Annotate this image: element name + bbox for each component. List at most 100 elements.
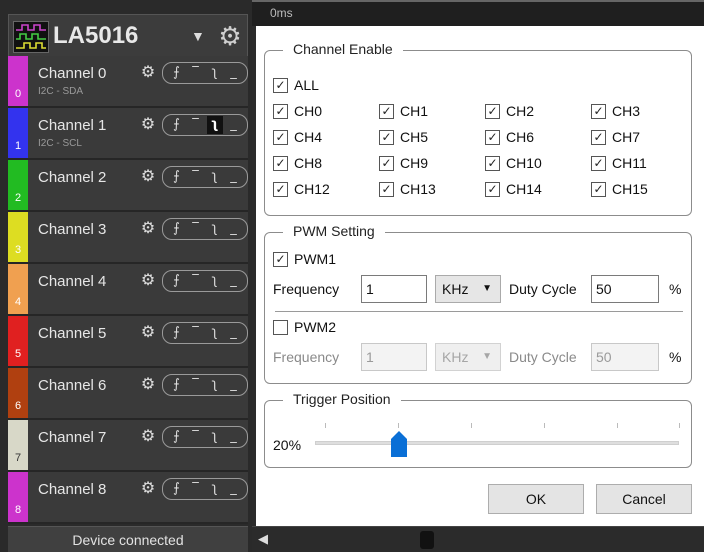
channel-row-6[interactable]: 6 Channel 6 ⚙ ⨍ ‾ ʅ _ [8, 368, 248, 420]
low-level-icon[interactable]: _ [226, 376, 242, 394]
scroll-left-arrow-icon[interactable]: ◀ [258, 531, 268, 547]
checkbox-ch11[interactable]: ✓ CH11 [591, 155, 647, 171]
trigger-position-slider[interactable] [315, 441, 679, 445]
checkbox-ch7-box[interactable]: ✓ [591, 129, 606, 145]
low-level-icon[interactable]: _ [226, 168, 242, 186]
checkbox-ch12-box[interactable]: ✓ [273, 181, 288, 197]
channel-settings-gear-icon[interactable]: ⚙ [136, 478, 160, 500]
high-level-icon[interactable]: ‾ [188, 480, 204, 498]
rising-edge-icon[interactable]: ⨍ [169, 324, 185, 342]
channel-row-8[interactable]: 8 Channel 8 ⚙ ⨍ ‾ ʅ _ [8, 472, 248, 524]
high-level-icon[interactable]: ‾ [188, 428, 204, 446]
high-level-icon[interactable]: ‾ [188, 376, 204, 394]
checkbox-ch6[interactable]: ✓ CH6 [485, 129, 534, 145]
checkbox-ch2[interactable]: ✓ CH2 [485, 103, 534, 119]
falling-edge-icon[interactable]: ʅ [207, 220, 223, 238]
high-level-icon[interactable]: ‾ [188, 64, 204, 82]
low-level-icon[interactable]: _ [226, 428, 242, 446]
pwm1-unit-select[interactable]: KHz ▼ [435, 275, 501, 303]
device-name[interactable]: LA5016 [53, 19, 138, 53]
channel-name[interactable]: Channel 7 [38, 429, 106, 446]
channel-settings-gear-icon[interactable]: ⚙ [136, 218, 160, 240]
channel-settings-gear-icon[interactable]: ⚙ [136, 62, 160, 84]
channel-row-0[interactable]: 0 Channel 0 I2C - SDA ⚙ ⨍ ‾ ʅ _ [8, 56, 248, 108]
checkbox-ch6-box[interactable]: ✓ [485, 129, 500, 145]
channel-settings-gear-icon[interactable]: ⚙ [136, 166, 160, 188]
rising-edge-icon[interactable]: ⨍ [169, 220, 185, 238]
high-level-icon[interactable]: ‾ [188, 116, 204, 134]
channel-name[interactable]: Channel 4 [38, 273, 106, 290]
checkbox-ch5-box[interactable]: ✓ [379, 129, 394, 145]
scrollbar-thumb[interactable] [420, 531, 434, 549]
checkbox-ch4-box[interactable]: ✓ [273, 129, 288, 145]
checkbox-ch7[interactable]: ✓ CH7 [591, 129, 640, 145]
checkbox-ch15-box[interactable]: ✓ [591, 181, 606, 197]
slider-thumb[interactable] [391, 431, 407, 457]
checkbox-ch14-box[interactable]: ✓ [485, 181, 500, 197]
checkbox-ch14[interactable]: ✓ CH14 [485, 181, 542, 197]
checkbox-pwm2-box[interactable] [273, 319, 288, 335]
high-level-icon[interactable]: ‾ [188, 324, 204, 342]
ok-button[interactable]: OK [488, 484, 584, 514]
pwm2-unit-select[interactable]: KHz ▼ [435, 343, 501, 371]
rising-edge-icon[interactable]: ⨍ [169, 480, 185, 498]
checkbox-ch9-box[interactable]: ✓ [379, 155, 394, 171]
channel-row-7[interactable]: 7 Channel 7 ⚙ ⨍ ‾ ʅ _ [8, 420, 248, 472]
low-level-icon[interactable]: _ [226, 480, 242, 498]
falling-edge-icon[interactable]: ʅ [206, 116, 223, 134]
channel-settings-gear-icon[interactable]: ⚙ [136, 426, 160, 448]
channel-name[interactable]: Channel 5 [38, 325, 106, 342]
low-level-icon[interactable]: _ [226, 64, 242, 82]
checkbox-ch13[interactable]: ✓ CH13 [379, 181, 436, 197]
channel-name[interactable]: Channel 1 [38, 117, 106, 134]
checkbox-ch10[interactable]: ✓ CH10 [485, 155, 542, 171]
checkbox-ch2-box[interactable]: ✓ [485, 103, 500, 119]
low-level-icon[interactable]: _ [226, 324, 242, 342]
high-level-icon[interactable]: ‾ [188, 220, 204, 238]
checkbox-ch12[interactable]: ✓ CH12 [273, 181, 330, 197]
falling-edge-icon[interactable]: ʅ [207, 428, 223, 446]
rising-edge-icon[interactable]: ⨍ [169, 428, 185, 446]
checkbox-ch15[interactable]: ✓ CH15 [591, 181, 648, 197]
channel-row-1[interactable]: 1 Channel 1 I2C - SCL ⚙ ⨍ ‾ ʅ _ [8, 108, 248, 160]
channel-row-2[interactable]: 2 Channel 2 ⚙ ⨍ ‾ ʅ _ [8, 160, 248, 212]
high-level-icon[interactable]: ‾ [188, 168, 204, 186]
high-level-icon[interactable]: ‾ [188, 272, 204, 290]
device-dropdown-icon[interactable]: ▼ [191, 21, 205, 51]
checkbox-ch10-box[interactable]: ✓ [485, 155, 500, 171]
channel-settings-gear-icon[interactable]: ⚙ [136, 114, 160, 136]
checkbox-pwm1[interactable]: ✓ PWM1 [273, 251, 336, 267]
channel-settings-gear-icon[interactable]: ⚙ [136, 374, 160, 396]
checkbox-ch8[interactable]: ✓ CH8 [273, 155, 322, 171]
device-settings-gear-icon[interactable]: ⚙ [215, 19, 245, 53]
low-level-icon[interactable]: _ [226, 220, 242, 238]
checkbox-ch4[interactable]: ✓ CH4 [273, 129, 322, 145]
checkbox-ch1[interactable]: ✓ CH1 [379, 103, 428, 119]
checkbox-all[interactable]: ✓ ALL [273, 77, 319, 93]
channel-name[interactable]: Channel 8 [38, 481, 106, 498]
checkbox-pwm1-box[interactable]: ✓ [273, 251, 288, 267]
channel-row-4[interactable]: 4 Channel 4 ⚙ ⨍ ‾ ʅ _ [8, 264, 248, 316]
pwm1-frequency-input[interactable]: 1 [361, 275, 427, 303]
rising-edge-icon[interactable]: ⨍ [169, 64, 185, 82]
rising-edge-icon[interactable]: ⨍ [169, 272, 185, 290]
channel-name[interactable]: Channel 0 [38, 65, 106, 82]
checkbox-ch0[interactable]: ✓ CH0 [273, 103, 322, 119]
checkbox-pwm2[interactable]: PWM2 [273, 319, 336, 335]
low-level-icon[interactable]: _ [226, 116, 242, 134]
falling-edge-icon[interactable]: ʅ [207, 376, 223, 394]
pwm2-frequency-input[interactable]: 1 [361, 343, 427, 371]
falling-edge-icon[interactable]: ʅ [207, 324, 223, 342]
channel-name[interactable]: Channel 2 [38, 169, 106, 186]
horizontal-scrollbar[interactable]: ◀ [252, 526, 704, 552]
channel-row-5[interactable]: 5 Channel 5 ⚙ ⨍ ‾ ʅ _ [8, 316, 248, 368]
checkbox-ch8-box[interactable]: ✓ [273, 155, 288, 171]
channel-settings-gear-icon[interactable]: ⚙ [136, 322, 160, 344]
low-level-icon[interactable]: _ [226, 272, 242, 290]
falling-edge-icon[interactable]: ʅ [207, 272, 223, 290]
checkbox-ch1-box[interactable]: ✓ [379, 103, 394, 119]
checkbox-ch3-box[interactable]: ✓ [591, 103, 606, 119]
channel-name[interactable]: Channel 6 [38, 377, 106, 394]
pwm1-duty-cycle-input[interactable]: 50 [591, 275, 659, 303]
falling-edge-icon[interactable]: ʅ [207, 480, 223, 498]
